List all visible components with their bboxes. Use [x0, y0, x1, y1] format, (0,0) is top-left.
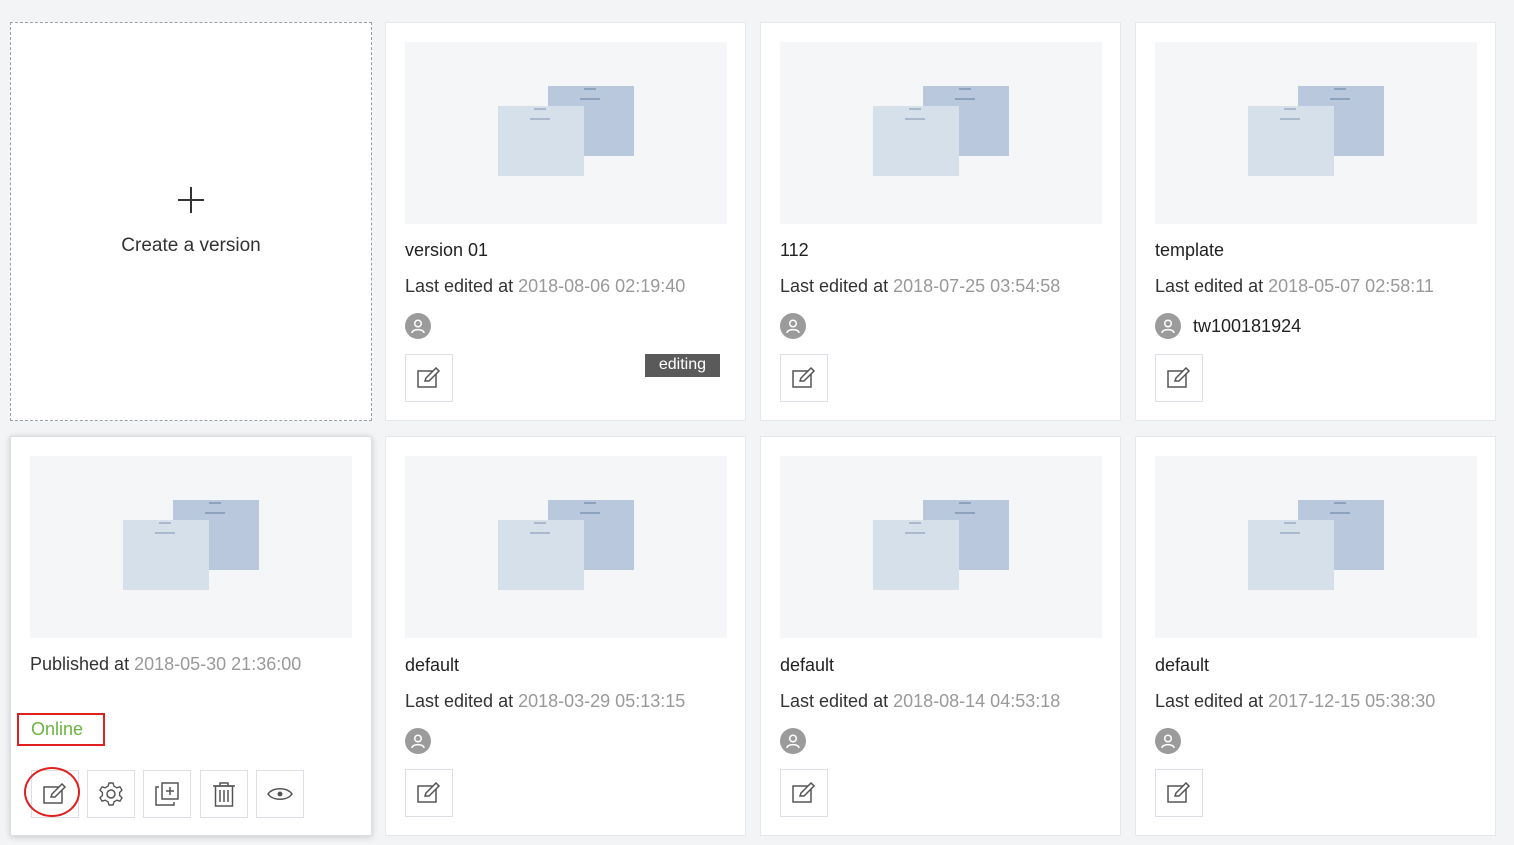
version-thumbnail	[30, 456, 352, 638]
gear-icon	[99, 782, 123, 806]
version-thumbnail	[1155, 456, 1477, 638]
version-card: default Last edited at 2017-12-15 05:38:…	[1135, 436, 1496, 836]
edit-icon	[417, 367, 441, 388]
eye-icon	[267, 788, 293, 800]
settings-button[interactable]	[87, 770, 135, 818]
editor	[1155, 728, 1181, 754]
last-edited-label: Last edited at	[405, 691, 514, 711]
last-edited-label: Last edited at	[1155, 691, 1264, 711]
version-title: default	[1155, 655, 1210, 675]
editing-badge: editing	[644, 354, 720, 377]
edit-button[interactable]	[405, 769, 453, 817]
last-edited-label: Last edited at	[405, 276, 514, 296]
avatar	[1155, 728, 1181, 754]
avatar	[1155, 313, 1181, 339]
version-thumbnail	[405, 456, 727, 638]
editor	[405, 313, 431, 339]
published-time: 2018-05-30 21:36:00	[134, 654, 302, 674]
version-title: template	[1155, 240, 1225, 260]
version-title: version 01	[405, 240, 489, 260]
last-edited-time: 2018-08-06 02:19:40	[518, 276, 686, 296]
edit-button[interactable]	[405, 354, 453, 402]
last-edited-label: Last edited at	[780, 691, 889, 711]
avatar	[405, 728, 431, 754]
version-card: 112 Last edited at 2018-07-25 03:54:58	[760, 22, 1121, 421]
editor: tw100181924	[1155, 313, 1301, 339]
last-edited: Last edited at 2018-07-25 03:54:58	[780, 276, 1060, 297]
last-edited: Last edited at 2017-12-15 05:38:30	[1155, 691, 1435, 712]
last-edited-time: 2018-05-07 02:58:11	[1268, 276, 1434, 296]
version-card: template Last edited at 2018-05-07 02:58…	[1135, 22, 1496, 421]
avatar	[780, 728, 806, 754]
avatar	[405, 313, 431, 339]
published-at: Published at 2018-05-30 21:36:00	[30, 654, 301, 675]
edit-icon	[1167, 782, 1191, 803]
create-version-label: Create a version	[121, 234, 261, 256]
published-label: Published at	[30, 654, 130, 674]
last-edited-time: 2018-08-14 04:53:18	[893, 691, 1061, 711]
version-thumbnail	[1155, 42, 1477, 224]
last-edited: Last edited at 2018-03-29 05:13:15	[405, 691, 685, 712]
published-version-card: Published at 2018-05-30 21:36:00 Online	[10, 436, 372, 836]
last-edited: Last edited at 2018-08-14 04:53:18	[780, 691, 1060, 712]
edit-button[interactable]	[780, 769, 828, 817]
editor	[405, 728, 431, 754]
version-card: default Last edited at 2018-08-14 04:53:…	[760, 436, 1121, 836]
duplicate-button[interactable]	[143, 770, 191, 818]
version-title: default	[405, 655, 460, 675]
avatar	[780, 313, 806, 339]
plus-icon	[178, 186, 204, 213]
edit-button[interactable]	[31, 770, 79, 818]
last-edited: Last edited at 2018-05-07 02:58:11	[1155, 276, 1434, 297]
version-title: 112	[780, 240, 809, 260]
preview-button[interactable]	[256, 770, 304, 818]
edit-icon	[1167, 367, 1191, 388]
last-edited-time: 2018-07-25 03:54:58	[893, 276, 1061, 296]
editor	[780, 313, 806, 339]
delete-button[interactable]	[200, 770, 248, 818]
edit-button[interactable]	[1155, 769, 1203, 817]
edit-icon	[792, 367, 816, 388]
duplicate-icon	[155, 782, 179, 806]
edit-icon	[43, 783, 67, 804]
edit-button[interactable]	[780, 354, 828, 402]
create-version-card[interactable]: Create a version	[10, 22, 372, 421]
editor-username: tw100181924	[1193, 315, 1302, 336]
version-thumbnail	[780, 42, 1102, 224]
edit-icon	[792, 782, 816, 803]
version-title: default	[780, 655, 835, 675]
last-edited-label: Last edited at	[1155, 276, 1264, 296]
version-thumbnail	[780, 456, 1102, 638]
last-edited-time: 2018-03-29 05:13:15	[518, 691, 686, 711]
version-thumbnail	[405, 42, 727, 224]
editor	[780, 728, 806, 754]
last-edited: Last edited at 2018-08-06 02:19:40	[405, 276, 685, 297]
last-edited-time: 2017-12-15 05:38:30	[1268, 691, 1436, 711]
version-card: version 01 Last edited at 2018-08-06 02:…	[385, 22, 746, 421]
last-edited-label: Last edited at	[780, 276, 889, 296]
edit-icon	[417, 782, 441, 803]
online-status: Online	[17, 713, 105, 746]
version-grid: Create a version version 01 Last edited …	[0, 0, 1514, 845]
version-card: default Last edited at 2018-03-29 05:13:…	[385, 436, 746, 836]
edit-button[interactable]	[1155, 354, 1203, 402]
trash-icon	[213, 782, 235, 807]
